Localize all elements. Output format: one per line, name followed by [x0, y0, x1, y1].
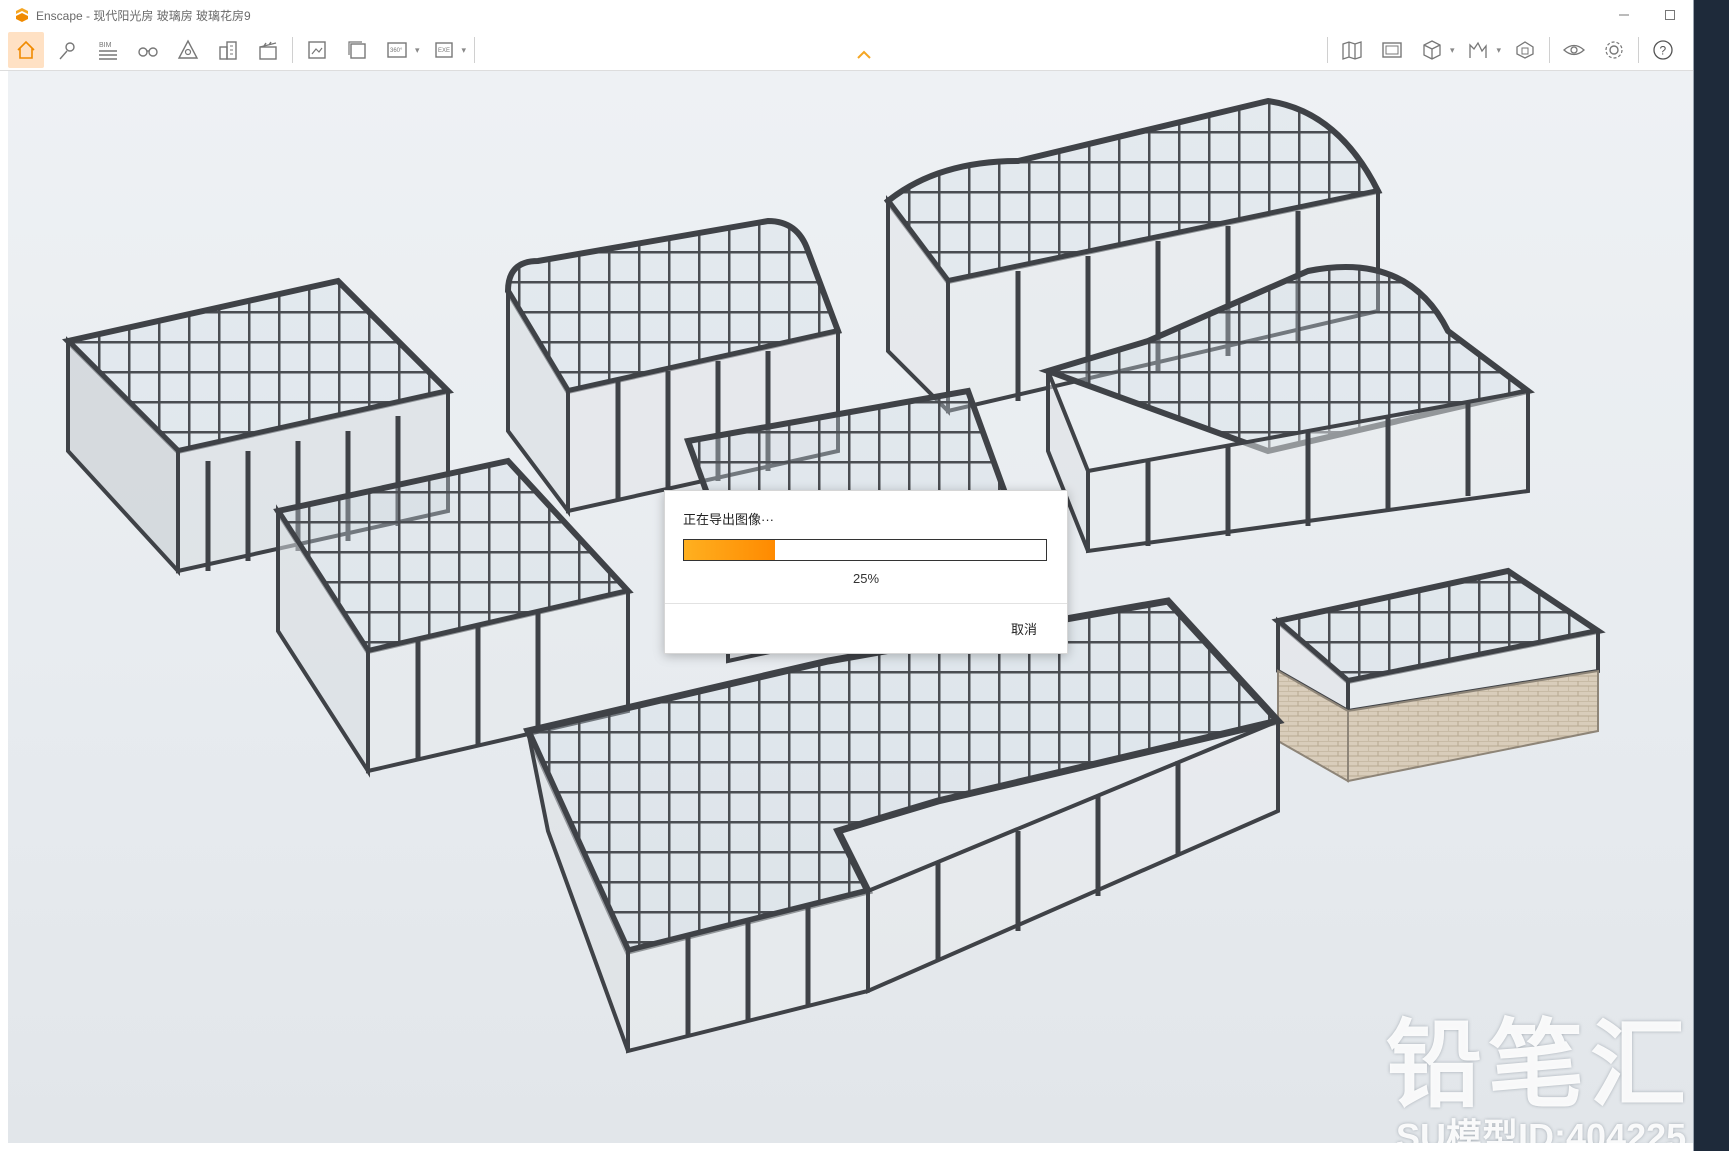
visibility-icon: [1563, 44, 1585, 56]
help-icon: ?: [1653, 40, 1673, 60]
materials-button[interactable]: [1509, 34, 1541, 66]
map-button[interactable]: [1336, 34, 1368, 66]
chevron-down-icon[interactable]: ▾: [415, 45, 420, 56]
minimize-button[interactable]: [1601, 0, 1647, 30]
perspective-button[interactable]: [172, 34, 204, 66]
bim-button[interactable]: BIM: [92, 34, 124, 66]
views-icon: [1382, 42, 1402, 58]
buildings-button[interactable]: [212, 34, 244, 66]
clapperboard-icon: [259, 41, 277, 60]
toolbar-right: ▾ ▾ ?: [1326, 30, 1687, 70]
panorama-label: 360°: [390, 48, 403, 54]
toolbar-separator: [1549, 37, 1550, 63]
bim-label: BIM: [99, 42, 112, 49]
progress-percent: 25%: [852, 571, 880, 586]
chevron-down-icon[interactable]: ▾: [462, 45, 467, 56]
cancel-button[interactable]: 取消: [1011, 619, 1037, 638]
chart-button[interactable]: [1462, 34, 1494, 66]
walk-mode-button[interactable]: [132, 34, 164, 66]
window-title: Enscape - 现代阳光房 玻璃房 玻璃花房9: [36, 8, 251, 23]
location-pin-icon: [59, 42, 75, 60]
maximize-button[interactable]: [1647, 0, 1693, 30]
panorama-360-icon: 360°: [387, 42, 407, 58]
main-toolbar: BIM 360° ▾ EXE ▾ ▾ ▾ ?: [0, 30, 1693, 71]
toolbar-separator: [474, 37, 476, 63]
materials-icon: [1516, 41, 1534, 59]
export-exe-icon: EXE: [434, 42, 453, 58]
visibility-button[interactable]: [1558, 34, 1590, 66]
settings-button[interactable]: [1598, 34, 1630, 66]
views-button[interactable]: [1376, 34, 1408, 66]
asset-library-button[interactable]: [1416, 34, 1448, 66]
enscape-logo-icon: [16, 8, 28, 22]
toolbar-separator: [1326, 37, 1328, 63]
buildings-icon: [219, 41, 237, 60]
location-button[interactable]: [52, 34, 84, 66]
render-image-button[interactable]: [301, 34, 333, 66]
export-progress-bar: [683, 539, 1047, 561]
dialog-divider: [665, 603, 1067, 604]
settings-icon: [1605, 41, 1623, 59]
chart-icon: [1469, 41, 1488, 58]
maximize-icon: [1665, 10, 1675, 20]
panorama-button[interactable]: 360°: [381, 34, 413, 66]
batch-render-button[interactable]: [341, 34, 373, 66]
help-label: ?: [1660, 44, 1667, 58]
toolbar-separator: [1638, 37, 1639, 63]
video-editor-button[interactable]: [252, 34, 284, 66]
sunroom-model: [523, 597, 1285, 1054]
perspective-icon: [177, 39, 199, 59]
window-controls: [1601, 0, 1693, 30]
enscape-window: Enscape - 现代阳光房 玻璃房 玻璃花房9 BIM 360° ▾ EXE…: [0, 0, 1693, 1151]
title-bar: Enscape - 现代阳光房 玻璃房 玻璃花房9: [0, 0, 1693, 30]
dialog-title: 正在导出图像···: [683, 512, 774, 527]
render-image-icon: [308, 41, 326, 59]
exe-label: EXE: [438, 48, 450, 54]
chevron-down-icon[interactable]: ▾: [1496, 45, 1501, 56]
progress-fill: [684, 540, 775, 560]
collapse-toolbar-icon[interactable]: [856, 48, 872, 60]
map-icon: [1342, 41, 1362, 60]
home-button[interactable]: [8, 32, 44, 68]
minimize-icon: [1619, 14, 1629, 16]
help-button[interactable]: ?: [1647, 34, 1679, 66]
bim-icon: BIM: [99, 42, 117, 60]
home-icon: [17, 40, 35, 59]
watermark-brand: 铅笔汇: [1386, 1009, 1692, 1121]
toolbar-separator: [292, 37, 293, 63]
chevron-down-icon[interactable]: ▾: [1450, 45, 1455, 56]
sunroom-model: [1271, 567, 1606, 783]
batch-render-icon: [348, 41, 366, 59]
export-exe-button[interactable]: EXE: [428, 34, 460, 66]
watermark: 铅笔汇 SU模型ID:404225: [1386, 1015, 1692, 1143]
export-progress-dialog: 正在导出图像··· 25% 取消: [664, 490, 1068, 654]
cube-icon: [1423, 40, 1441, 60]
binoculars-icon: [138, 47, 158, 57]
watermark-model-id: SU模型ID:404225: [1396, 1116, 1687, 1143]
